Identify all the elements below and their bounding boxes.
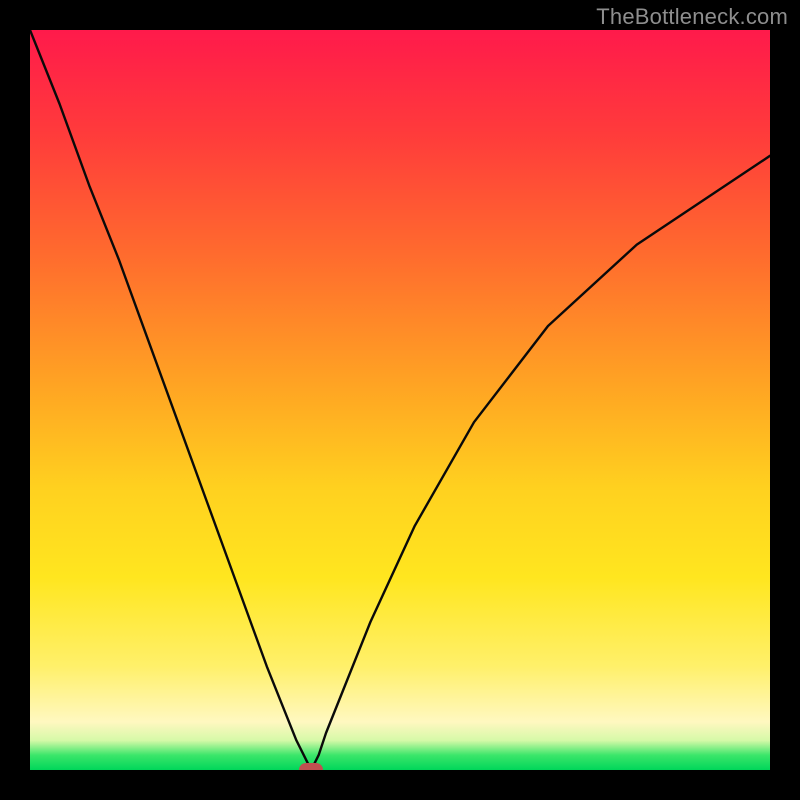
minimum-marker bbox=[299, 763, 323, 770]
chart-svg bbox=[30, 30, 770, 770]
watermark-label: TheBottleneck.com bbox=[596, 4, 788, 30]
bottleneck-curve bbox=[30, 30, 770, 770]
chart-frame bbox=[30, 30, 770, 770]
